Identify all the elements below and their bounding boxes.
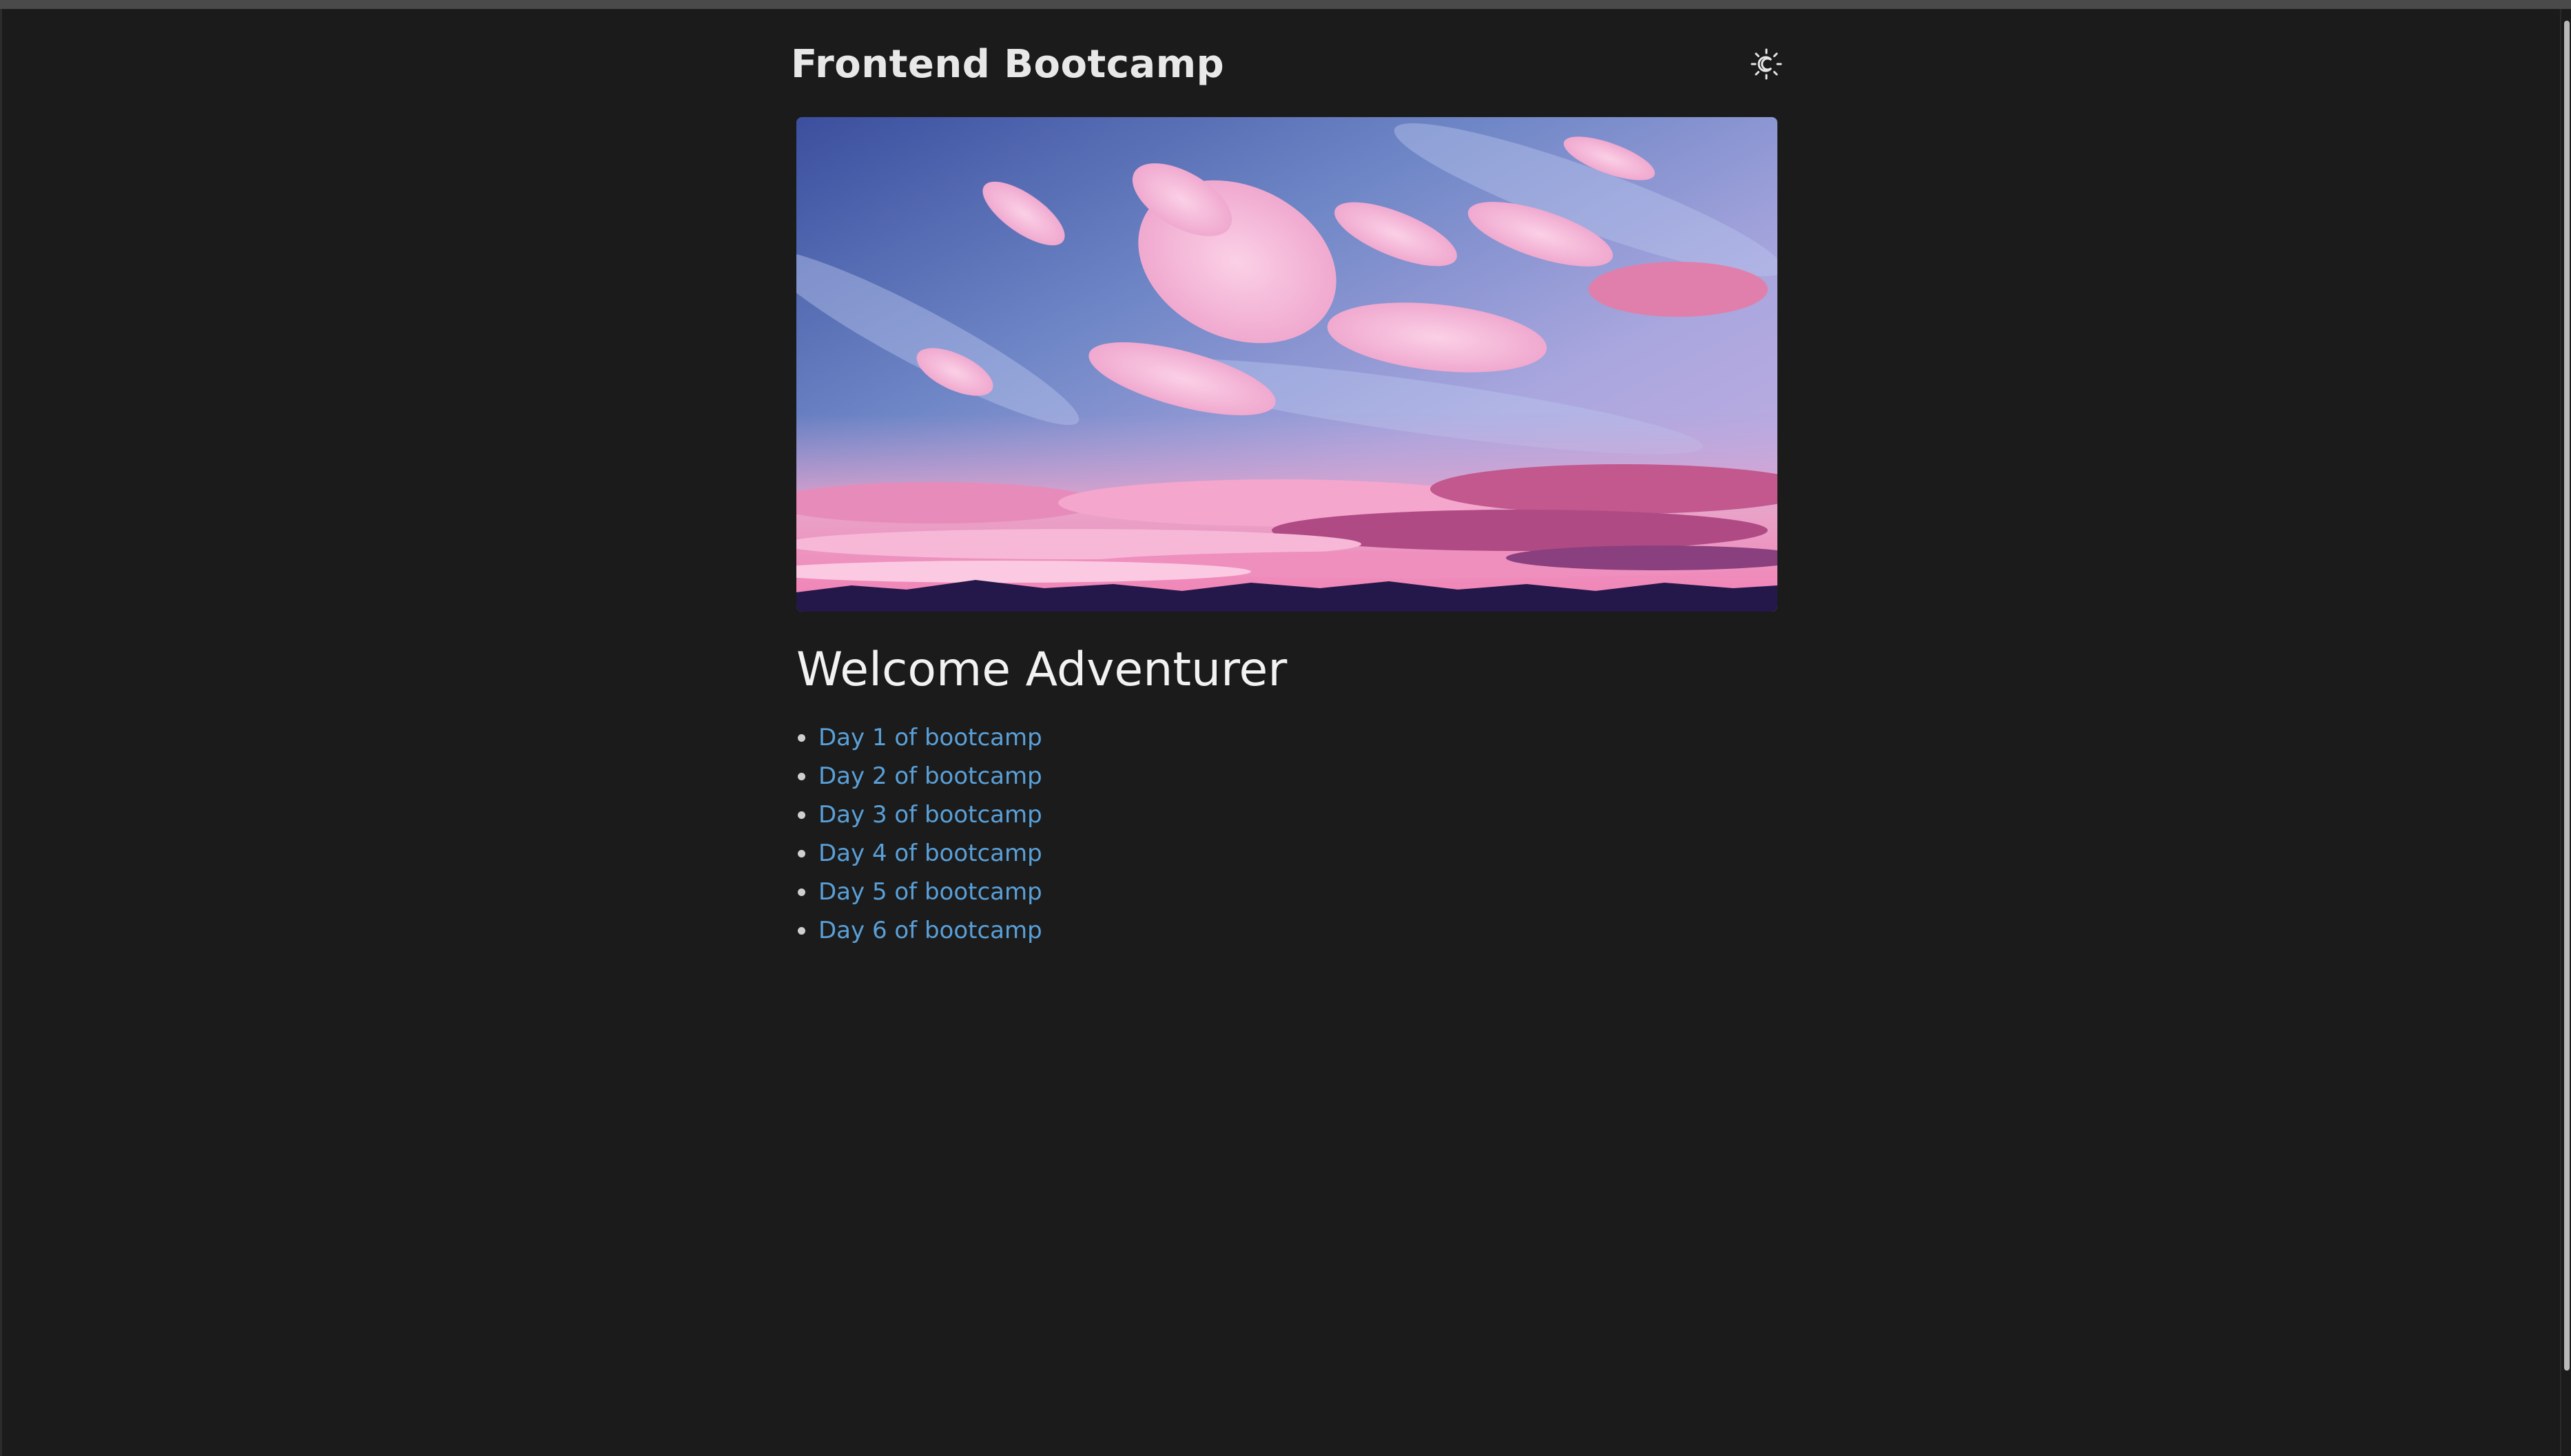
list-item: Day 1 of bootcamp [796,718,1042,757]
window-left-edge [0,9,2,1456]
sky-clouds-illustration [796,117,1777,612]
page-container: Frontend Bootcamp Welcome Adventurer Day… [791,9,1784,944]
scrollbar-thumb[interactable] [2564,21,2570,1371]
theme-toggle-button[interactable] [1748,46,1784,82]
bullet-icon [798,927,805,935]
browser-viewport: Frontend Bootcamp Welcome Adventurer Day… [0,0,2571,1456]
list-item: Day 6 of bootcamp [796,911,1042,950]
day-6-link[interactable]: Day 6 of bootcamp [818,917,1042,944]
day-4-link[interactable]: Day 4 of bootcamp [818,840,1042,867]
site-header: Frontend Bootcamp [791,9,1784,112]
list-item: Day 4 of bootcamp [796,834,1042,873]
day-links-list: Day 1 of bootcamp Day 2 of bootcamp Day … [796,718,1042,950]
bullet-icon [798,888,805,896]
hero-image [796,117,1777,612]
list-item: Day 5 of bootcamp [796,873,1042,911]
bullet-icon [798,773,805,780]
day-3-link[interactable]: Day 3 of bootcamp [818,801,1042,829]
list-item: Day 3 of bootcamp [796,795,1042,834]
bullet-icon [798,734,805,742]
day-5-link[interactable]: Day 5 of bootcamp [818,878,1042,906]
day-1-link[interactable]: Day 1 of bootcamp [818,724,1042,751]
list-item: Day 2 of bootcamp [796,757,1042,795]
welcome-heading: Welcome Adventurer [796,643,1288,697]
site-title[interactable]: Frontend Bootcamp [791,42,1224,87]
bullet-icon [798,811,805,819]
sun-moon-icon [1751,48,1782,80]
window-top-bar [0,0,2571,9]
scrollbar[interactable] [2560,9,2571,1456]
day-2-link[interactable]: Day 2 of bootcamp [818,762,1042,790]
bullet-icon [798,850,805,857]
